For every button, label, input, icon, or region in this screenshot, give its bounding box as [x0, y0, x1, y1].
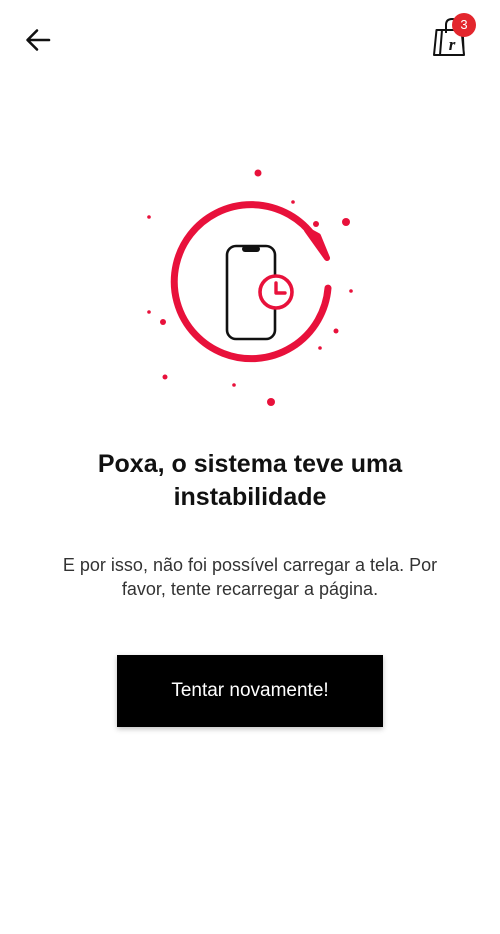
error-title: Poxa, o sistema teve uma instabilidade	[97, 450, 403, 511]
arrow-left-icon	[26, 29, 51, 51]
phone-reload-illustration	[130, 160, 370, 410]
back-button[interactable]	[20, 22, 56, 58]
cart-button[interactable]: r 3	[428, 12, 478, 62]
svg-text:r: r	[449, 35, 456, 54]
phone-reload-icon	[147, 169, 353, 406]
error-message: E por isso, não foi possível carregar a …	[62, 555, 438, 599]
retry-button[interactable]: Tentar novamente!	[117, 655, 383, 727]
top-bar: r 3	[0, 0, 500, 80]
cart-count-badge: 3	[452, 13, 476, 37]
